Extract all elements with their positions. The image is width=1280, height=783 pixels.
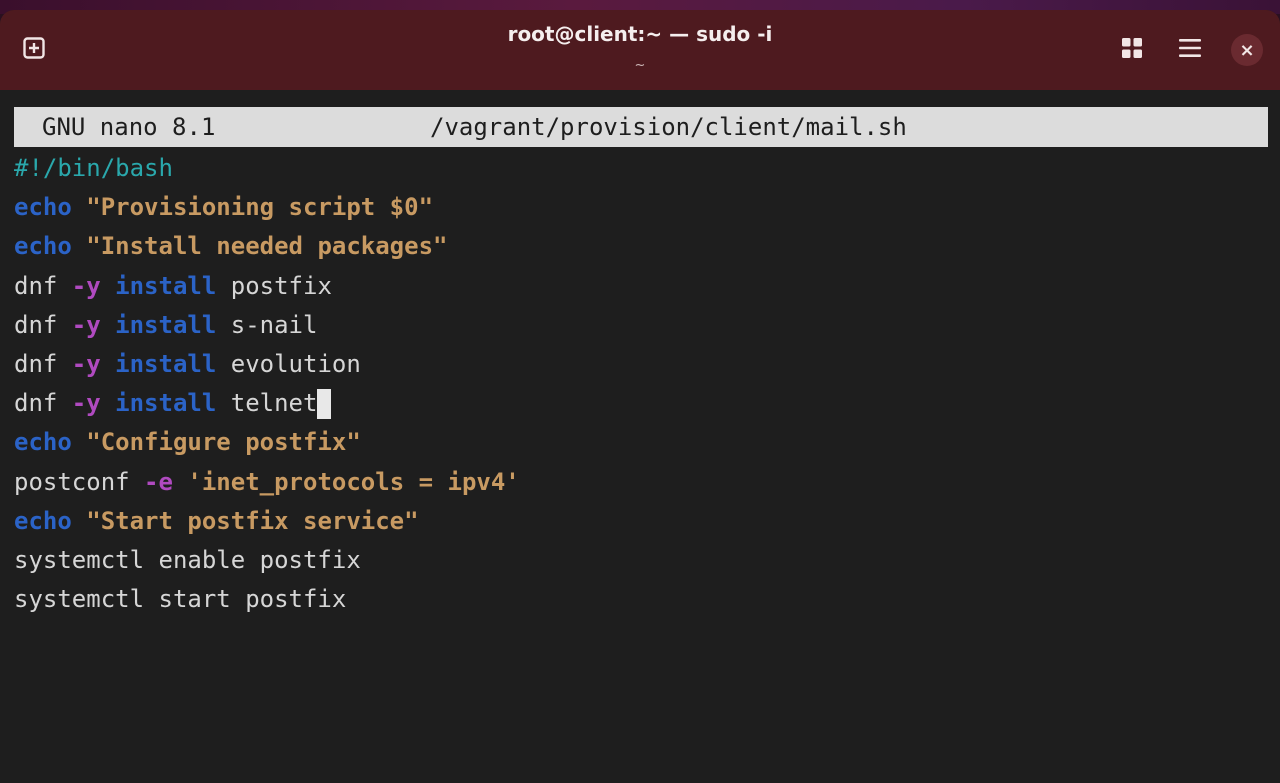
code-token-flag: -e (144, 467, 173, 496)
terminal-content[interactable]: GNU nano 8.1 /vagrant/provision/client/m… (0, 90, 1280, 783)
code-token-builtin: echo (14, 428, 72, 457)
main-menu-button[interactable] (1170, 32, 1210, 68)
code-line[interactable]: echo "Install needed packages" (14, 227, 520, 266)
code-token-flag: -y (71, 310, 101, 339)
code-line[interactable]: echo "Start postfix service" (14, 502, 520, 541)
editor-buffer[interactable]: #!/bin/bash echo "Provisioning script $0"… (14, 149, 520, 619)
code-line[interactable]: #!/bin/bash (14, 149, 520, 188)
code-token-plain: dnf (14, 310, 72, 339)
code-line[interactable]: echo "Configure postfix" (14, 423, 520, 462)
code-line[interactable]: systemctl enable postfix (14, 541, 520, 580)
code-token-plain: postconf (14, 467, 145, 496)
code-token-builtin: echo (14, 506, 72, 535)
code-token-plain: dnf (14, 271, 72, 300)
title-bar[interactable]: root@client:~ — sudo -i ~ × (0, 10, 1280, 90)
code-token-flag: -y (71, 349, 101, 378)
nano-version: GNU nano 8.1 (42, 113, 216, 141)
code-line[interactable]: postconf -e 'inet_protocols = ipv4' (14, 463, 520, 502)
code-token-plain: dnf (14, 389, 72, 418)
code-token-string: "Install needed packages" (86, 232, 448, 261)
code-line[interactable]: dnf -y install telnet (14, 384, 520, 423)
code-token-builtin: install (115, 310, 217, 339)
code-token-builtin: install (115, 349, 217, 378)
code-token-builtin: echo (14, 232, 72, 261)
close-button[interactable]: × (1231, 34, 1263, 66)
code-token-plain: s-nail (216, 310, 318, 339)
code-token-string: "Configure postfix" (86, 428, 361, 457)
hamburger-menu-icon (1179, 38, 1201, 62)
code-token-flag: -y (71, 271, 101, 300)
close-icon: × (1239, 39, 1255, 61)
window-subtitle: ~ (634, 58, 646, 73)
window-title: root@client:~ — sudo -i (507, 22, 773, 46)
code-token-plain: dnf (14, 349, 72, 378)
code-token-plain: systemctl enable postfix (14, 545, 361, 574)
code-token-string: 'inet_protocols = ipv4' (187, 467, 520, 496)
code-line[interactable]: dnf -y install evolution (14, 345, 520, 384)
code-token-string: "Start postfix service" (86, 506, 419, 535)
code-token-string: "Provisioning script $0" (86, 193, 434, 222)
nano-title-bar: GNU nano 8.1 /vagrant/provision/client/m… (14, 107, 1268, 147)
code-token-plain: evolution (216, 349, 361, 378)
text-cursor (317, 389, 332, 420)
code-token-builtin: echo (14, 193, 72, 222)
code-token-builtin: install (115, 271, 217, 300)
code-token-builtin: install (115, 389, 217, 418)
code-token-plain: postfix (216, 271, 332, 300)
code-token-plain: telnet (216, 389, 318, 418)
code-token-flag: -y (71, 389, 101, 418)
nano-filename: /vagrant/provision/client/mail.sh (430, 113, 907, 141)
code-line[interactable]: dnf -y install postfix (14, 267, 520, 306)
grid-view-icon (1121, 37, 1143, 63)
terminal-window: root@client:~ — sudo -i ~ × GNU nano 8.1… (0, 10, 1280, 783)
code-line[interactable]: systemctl start postfix (14, 580, 520, 619)
code-token-comment: #!/bin/bash (14, 154, 173, 182)
code-line[interactable]: echo "Provisioning script $0" (14, 188, 520, 227)
grid-view-button[interactable] (1112, 32, 1152, 68)
code-line[interactable]: dnf -y install s-nail (14, 306, 520, 345)
code-token-plain: systemctl start postfix (14, 585, 347, 614)
